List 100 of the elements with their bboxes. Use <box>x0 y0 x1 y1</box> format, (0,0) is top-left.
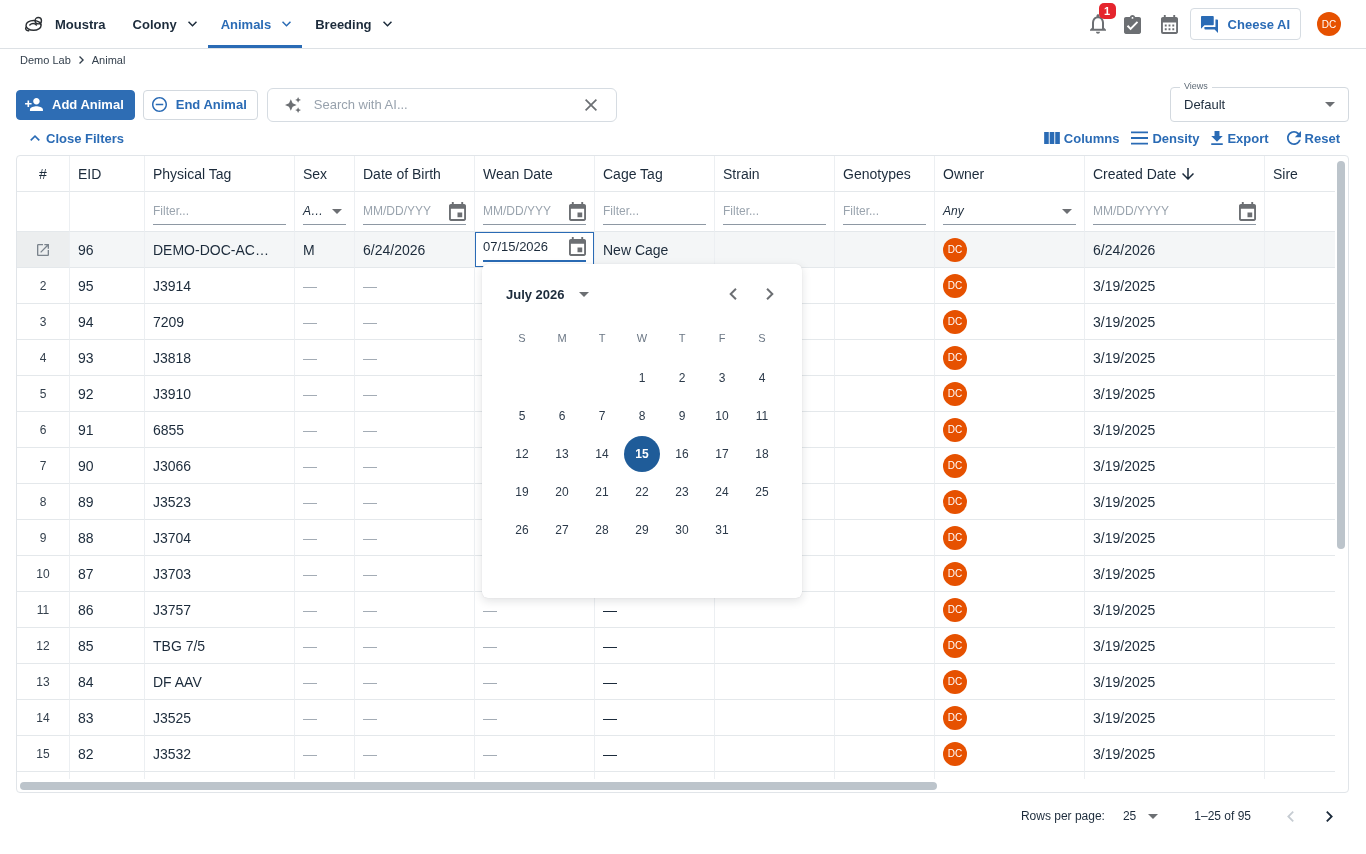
nav-tab[interactable]: Colony <box>119 0 208 48</box>
owner-avatar: DC <box>943 705 967 730</box>
nav-tab[interactable]: Breeding <box>302 0 403 48</box>
toolbar-button[interactable]: Add Animal <box>16 89 135 120</box>
row-number: 5 <box>17 376 70 412</box>
calendar-day[interactable]: 23 <box>664 474 700 510</box>
column-header[interactable]: Created Date <box>1085 156 1265 192</box>
calendar-icon[interactable] <box>1160 14 1178 34</box>
person-add-icon <box>25 98 43 111</box>
table-cell: 89 <box>70 484 145 520</box>
column-header[interactable]: # <box>17 156 70 192</box>
table-cell: — <box>295 340 355 376</box>
table-action-button[interactable]: Columns <box>1043 130 1120 146</box>
filter-input[interactable]: Filter... <box>843 204 926 218</box>
calendar-day[interactable]: 5 <box>504 398 540 434</box>
calendar-day[interactable]: 16 <box>664 436 700 472</box>
search-input[interactable]: Search with AI... <box>313 97 572 112</box>
table-action-button[interactable]: Reset <box>1286 130 1340 146</box>
column-header[interactable]: Owner <box>935 156 1085 192</box>
table-cell: — <box>295 484 355 520</box>
external-link-icon[interactable] <box>37 243 49 256</box>
filter-toggle-button[interactable]: Close Filters <box>16 130 125 146</box>
calendar-icon[interactable] <box>1239 201 1256 221</box>
calendar-day[interactable]: 26 <box>504 512 540 548</box>
column-header[interactable]: Date of Birth <box>355 156 475 192</box>
table-action-button[interactable]: Density <box>1131 130 1200 146</box>
owner-avatar: DC <box>943 489 967 514</box>
date-input[interactable]: MM/DD/YYY <box>363 204 445 218</box>
date-filter-field[interactable]: MM/DD/YYY <box>363 198 466 225</box>
rows-per-page-select[interactable]: 25 <box>1122 809 1159 823</box>
table-row[interactable]: 96 DEMO-DOC-AC… M 6/24/2026 07/15/2026 New Cage DC 6/24/2026 <box>17 232 1335 268</box>
clipboard-check-icon[interactable] <box>1123 14 1141 34</box>
filter-field[interactable]: Filter... <box>843 198 926 225</box>
column-header[interactable]: Cage Tag <box>595 156 715 192</box>
calendar-day[interactable]: 20 <box>544 474 580 510</box>
calendar-day[interactable]: 14 <box>584 436 620 472</box>
filter-input[interactable]: Filter... <box>603 204 706 218</box>
filter-field[interactable]: Filter... <box>153 198 286 225</box>
calendar-day[interactable]: 25 <box>744 474 780 510</box>
calendar-icon[interactable] <box>449 201 466 221</box>
toolbar-button[interactable]: End Animal <box>142 89 258 120</box>
column-header[interactable]: Wean Date <box>475 156 595 192</box>
calendar-day[interactable]: 15 <box>624 436 660 472</box>
filter-select[interactable]: A… <box>303 198 346 225</box>
date-input[interactable]: MM/DD/YYYY <box>1093 204 1235 218</box>
calendar-day[interactable]: 27 <box>544 512 580 548</box>
nav-tab[interactable]: Animals <box>207 0 303 48</box>
calendar-day[interactable]: 22 <box>624 474 660 510</box>
calendar-day[interactable]: 31 <box>704 512 740 548</box>
vertical-scrollbar[interactable] <box>1337 161 1345 549</box>
column-header[interactable]: Sex <box>295 156 355 192</box>
breadcrumb-item[interactable]: Demo Lab <box>20 54 71 66</box>
calendar-day[interactable]: 21 <box>584 474 620 510</box>
filter-input[interactable]: Filter... <box>153 204 286 218</box>
assistant-button[interactable]: Cheese AI <box>1189 8 1301 40</box>
calendar-icon[interactable] <box>569 236 586 256</box>
month-select-button[interactable]: July 2026 <box>506 280 589 308</box>
filter-field[interactable]: Filter... <box>603 198 706 225</box>
search-field[interactable]: Search with AI... <box>266 87 617 122</box>
table-row[interactable]: 13 84 DF AAV — — — — DC 3/19/2025 <box>17 664 1335 700</box>
calendar-day[interactable]: 11 <box>744 398 780 434</box>
calendar-day[interactable]: 10 <box>704 398 740 434</box>
calendar-day[interactable]: 28 <box>584 512 620 548</box>
calendar-day[interactable]: 18 <box>744 436 780 472</box>
table-action-button[interactable]: Export <box>1211 130 1269 146</box>
filter-select[interactable]: Any <box>943 198 1076 225</box>
filter-field[interactable]: Filter... <box>723 198 826 225</box>
calendar-day[interactable]: 6 <box>544 398 580 434</box>
table-cell: 85 <box>70 628 145 664</box>
table-row[interactable]: 14 83 J3525 — — — — DC 3/19/2025 <box>17 700 1335 736</box>
table-row[interactable]: 15 82 J3532 — — — — DC 3/19/2025 <box>17 736 1335 772</box>
calendar-icon[interactable] <box>569 201 586 221</box>
mouse-logo-icon <box>24 16 45 32</box>
date-input[interactable]: MM/DD/YYY <box>483 204 565 218</box>
calendar-day[interactable]: 29 <box>624 512 660 548</box>
calendar-day[interactable]: 24 <box>704 474 740 510</box>
calendar-day[interactable]: 8 <box>624 398 660 434</box>
table-row[interactable]: 12 85 TBG 7/5 — — — — DC 3/19/2025 <box>17 628 1335 664</box>
column-header[interactable]: Physical Tag <box>145 156 295 192</box>
calendar-day[interactable]: 30 <box>664 512 700 548</box>
calendar-day[interactable]: 9 <box>664 398 700 434</box>
bell-icon[interactable] <box>1089 14 1106 34</box>
horizontal-scrollbar[interactable] <box>20 781 937 790</box>
row-number: 12 <box>17 628 70 664</box>
table-cell: 83 <box>70 700 145 736</box>
column-header[interactable]: Sire <box>1265 156 1335 192</box>
column-header[interactable]: Strain <box>715 156 835 192</box>
calendar-day[interactable]: 13 <box>544 436 580 472</box>
column-header[interactable]: Genotypes <box>835 156 935 192</box>
calendar-day[interactable]: 12 <box>504 436 540 472</box>
date-filter-field[interactable]: MM/DD/YYYY <box>1093 198 1256 225</box>
table-cell: DEMO-DOC-AC… <box>145 232 295 268</box>
user-avatar[interactable]: DC <box>1317 12 1341 36</box>
column-header[interactable]: EID <box>70 156 145 192</box>
calendar-day[interactable]: 7 <box>584 398 620 434</box>
calendar-day[interactable]: 17 <box>704 436 740 472</box>
date-filter-field[interactable]: MM/DD/YYY <box>483 198 586 225</box>
close-icon[interactable] <box>584 98 597 111</box>
calendar-day[interactable]: 19 <box>504 474 540 510</box>
filter-input[interactable]: Filter... <box>723 204 826 218</box>
